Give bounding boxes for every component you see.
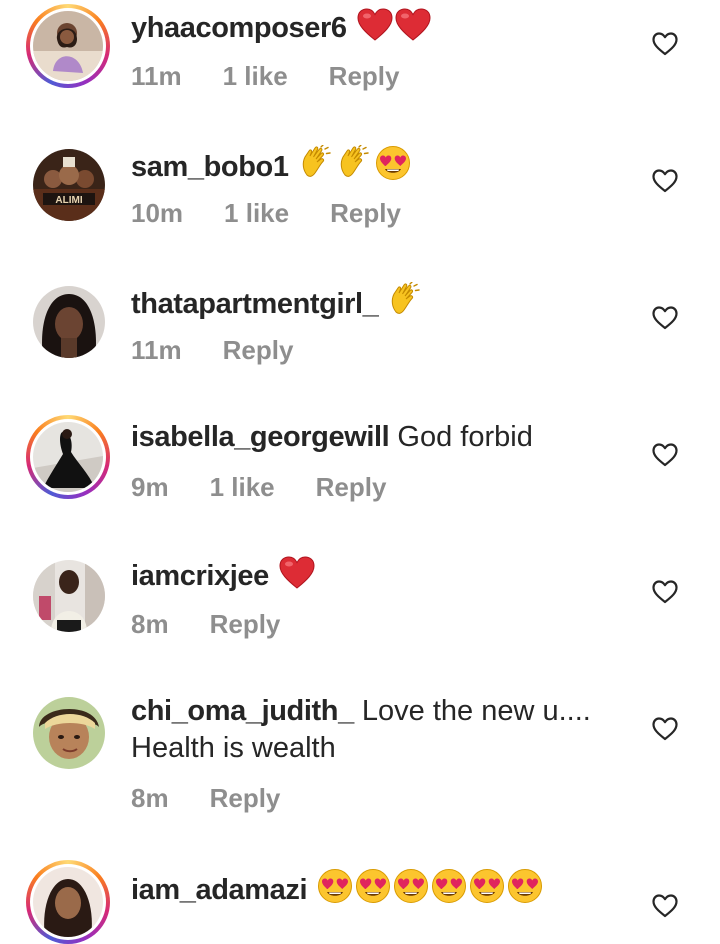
avatar: [33, 867, 103, 937]
heart-eyes-emoji: [431, 868, 467, 904]
username[interactable]: isabella_georgewill: [131, 421, 390, 453]
timestamp: 8m: [131, 783, 169, 813]
avatar[interactable]: [33, 286, 105, 358]
heart-eyes-emoji: [317, 868, 353, 904]
heart-eyes-emoji: [355, 868, 391, 904]
reply-button[interactable]: Reply: [316, 472, 387, 503]
heart-outline-icon[interactable]: [652, 580, 678, 604]
heart-eyes-emoji: [507, 868, 543, 904]
avatar-story-ring[interactable]: [26, 415, 110, 499]
username[interactable]: sam_bobo1: [131, 151, 289, 183]
comment-body: sam_bobo1: [131, 145, 631, 186]
avatar-caption: ALIMI: [55, 195, 82, 206]
comment-body: thatapartmentgirl_: [131, 282, 631, 323]
comment-meta: 11m Reply: [131, 335, 334, 366]
heart-eyes-emoji: [375, 145, 411, 181]
timestamp: 9m: [131, 472, 169, 502]
reply-button[interactable]: Reply: [210, 609, 281, 640]
comment-body: iamcrixjee: [131, 556, 631, 595]
avatar[interactable]: [33, 697, 105, 769]
reply-button[interactable]: Reply: [223, 335, 294, 366]
comment-text: Love the new u....: [361, 695, 591, 727]
like-count[interactable]: 1 like: [223, 61, 288, 92]
like-count[interactable]: 1 like: [224, 198, 289, 229]
heart-eyes-emoji: [469, 868, 505, 904]
like-count[interactable]: 1 like: [210, 472, 275, 503]
reply-button[interactable]: Reply: [210, 783, 281, 814]
heart-outline-icon[interactable]: [652, 306, 678, 330]
reply-button[interactable]: Reply: [329, 61, 400, 92]
comment-body: chi_oma_judith_ Love the new u.... Healt…: [131, 693, 631, 767]
comment-meta: 10m 1 like Reply: [131, 198, 442, 229]
reply-button[interactable]: Reply: [330, 198, 401, 229]
username[interactable]: thatapartmentgirl_: [131, 288, 379, 320]
comment-meta: 8m Reply: [131, 783, 321, 814]
clapping-hands-emoji: [337, 145, 373, 181]
avatar-story-ring[interactable]: [26, 860, 110, 944]
comment-body: yhaacomposer6: [131, 8, 631, 47]
avatar-image: [33, 286, 105, 358]
avatar-image: ALIMI: [33, 149, 105, 221]
username[interactable]: yhaacomposer6: [131, 12, 347, 44]
clapping-hands-emoji: [299, 145, 335, 181]
timestamp: 11m: [131, 61, 182, 91]
comment-body: isabella_georgewill God forbid: [131, 419, 631, 456]
red-heart-emoji: [357, 8, 393, 42]
comment-meta: 9m 1 like Reply: [131, 472, 427, 503]
username[interactable]: iamcrixjee: [131, 560, 269, 592]
comment-text: God forbid: [397, 421, 533, 453]
heart-outline-icon[interactable]: [652, 717, 678, 741]
comment-meta: 8m Reply: [131, 609, 321, 640]
avatar-image: [33, 560, 105, 632]
avatar[interactable]: [33, 560, 105, 632]
timestamp: 10m: [131, 198, 184, 228]
username[interactable]: iam_adamazi: [131, 874, 308, 906]
comment-text-line2: Health is wealth: [131, 732, 336, 764]
comment-meta: 11m 1 like Reply: [131, 61, 440, 92]
heart-outline-icon[interactable]: [652, 894, 678, 918]
username[interactable]: chi_oma_judith_: [131, 695, 354, 727]
timestamp: 8m: [131, 609, 169, 639]
heart-outline-icon[interactable]: [652, 443, 678, 467]
heart-eyes-emoji: [393, 868, 429, 904]
avatar-image: [33, 697, 105, 769]
red-heart-emoji: [395, 8, 431, 42]
comment-body: iam_adamazi: [131, 868, 631, 909]
heart-outline-icon[interactable]: [652, 32, 678, 56]
avatar[interactable]: ALIMI: [33, 149, 105, 221]
avatar-story-ring[interactable]: [26, 4, 110, 88]
heart-outline-icon[interactable]: [652, 169, 678, 193]
timestamp: 11m: [131, 335, 182, 365]
red-heart-emoji: [279, 556, 315, 590]
avatar: [33, 422, 103, 492]
clapping-hands-emoji: [388, 282, 424, 318]
avatar: [33, 11, 103, 81]
